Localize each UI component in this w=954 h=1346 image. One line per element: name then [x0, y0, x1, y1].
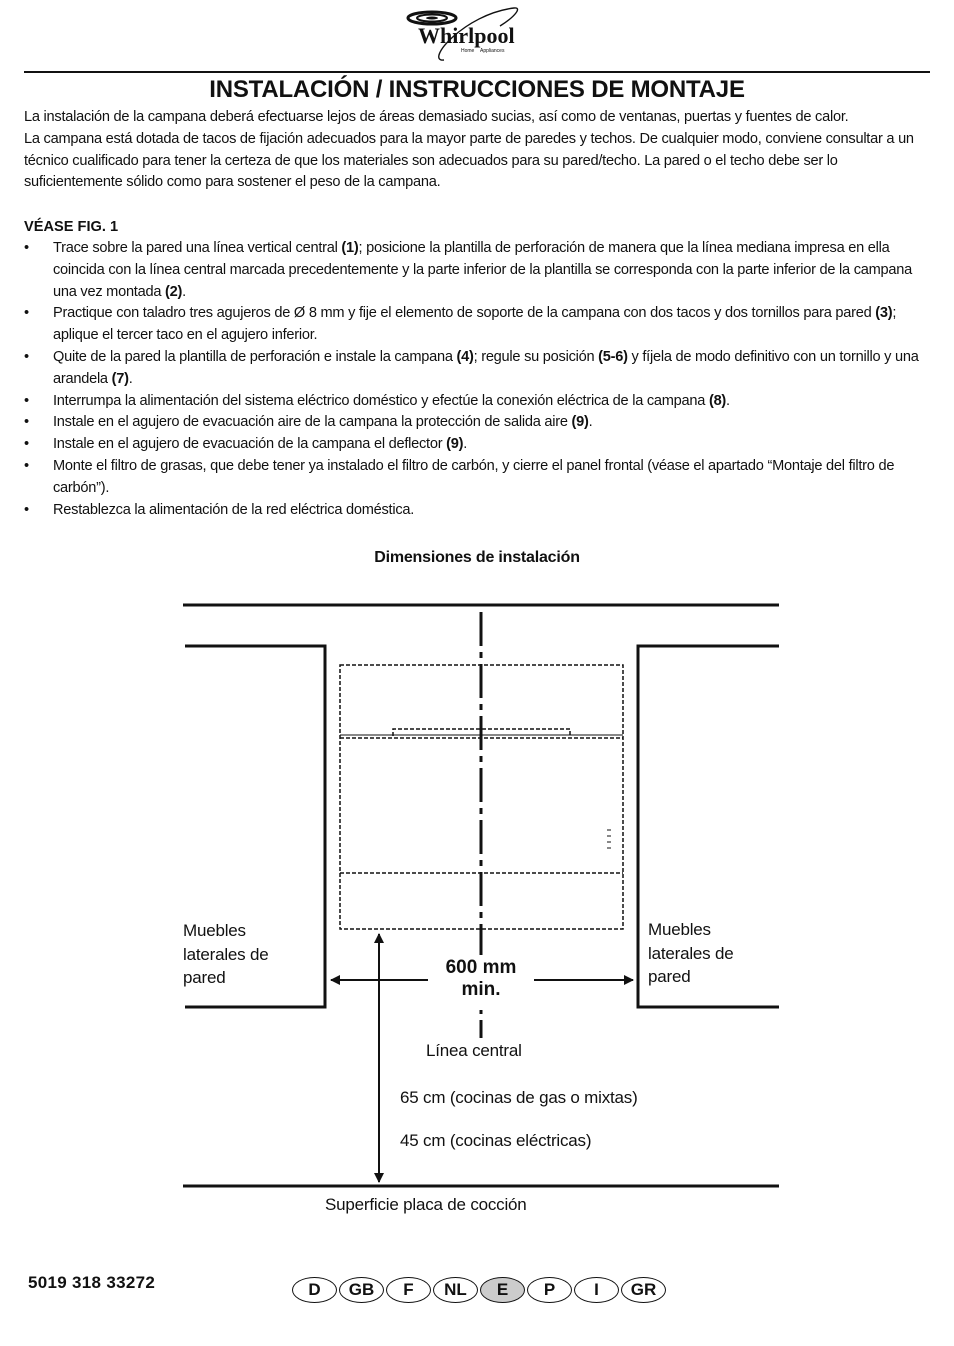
- step-item: • Quite de la pared la plantilla de perfo…: [24, 347, 934, 391]
- label-line: laterales de: [648, 943, 734, 963]
- brand-tagline-right: Appliances: [480, 48, 505, 54]
- figure-reference: (1): [341, 240, 359, 256]
- intro-paragraph: La instalación de la campana deberá efec…: [24, 109, 849, 125]
- whirlpool-logo: Whirlpool Home Appliances: [404, 4, 528, 64]
- bullet-icon: •: [24, 348, 29, 365]
- figure-reference: (8): [708, 392, 727, 409]
- step-text: Restablezca la alimentación de la red el…: [53, 501, 415, 518]
- step-item: • Restablezca la alimentación de la red e…: [24, 500, 934, 522]
- language-badge-i: I: [574, 1277, 619, 1303]
- left-cabinet-label: Muebles laterales de pared: [183, 919, 269, 990]
- step-item: • Monte el filtro de grasas, que debe ten…: [24, 456, 934, 500]
- label-line: pared: [648, 967, 691, 986]
- whirlpool-swirl-icon: Whirlpool Home Appliances: [406, 7, 519, 61]
- intro-text: La instalación de la campana deberá efec…: [24, 107, 934, 194]
- language-badge-e: E: [480, 1277, 525, 1303]
- figure-reference: (4): [456, 348, 474, 365]
- step-text: Instale en el agujero de evacuación de l…: [53, 436, 447, 453]
- step-text: Quite de la pared la plantilla de perfor…: [53, 348, 457, 365]
- height-gas-label: 65 cm (cocinas de gas o mixtas): [400, 1088, 638, 1107]
- step-text: Instale en el agujero de evacuación aire…: [53, 414, 572, 431]
- step-item: • Trace sobre la pared una línea vertical…: [24, 238, 934, 303]
- step-text: .: [588, 414, 593, 431]
- figure-reference: (7): [111, 370, 129, 387]
- step-item: • Practique con taladro tres agujeros de …: [24, 303, 934, 347]
- language-badge-f: F: [386, 1277, 431, 1303]
- step-text: Interrumpa la alimentación del sistema e…: [53, 392, 709, 409]
- dimension-qualifier: min.: [461, 979, 501, 1000]
- hob-surface-label: Superficie placa de cocción: [325, 1195, 527, 1214]
- dimension-value: 600 mm: [445, 957, 517, 978]
- label-line: Muebles: [648, 920, 711, 939]
- figure-reference: (9): [571, 414, 589, 431]
- language-badge-d: D: [292, 1277, 337, 1303]
- label-line: pared: [183, 968, 226, 987]
- bullet-icon: •: [24, 240, 29, 256]
- figure-reference: (5-6): [598, 348, 628, 365]
- height-electric-label: 45 cm (cocinas eléctricas): [400, 1131, 592, 1150]
- hood-outline: [339, 664, 624, 930]
- figure-reference: (2): [165, 283, 183, 300]
- step-text: Monte el filtro de grasas, que debe tene…: [53, 457, 895, 496]
- language-badge-nl: NL: [433, 1277, 478, 1303]
- step-text: .: [726, 392, 730, 409]
- page-title: INSTALACIÓN / INSTRUCCIONES DE MONTAJE: [209, 76, 745, 103]
- step-text: Trace sobre la pared una línea vertical …: [53, 240, 342, 256]
- bullet-icon: •: [24, 436, 29, 453]
- step-text: .: [128, 370, 133, 387]
- language-badge-gb: GB: [339, 1277, 384, 1303]
- step-text: ; regule su posición: [473, 348, 599, 365]
- step-text: Practique con taladro tres agujeros de Ø…: [53, 305, 876, 322]
- language-selector: D GB F NL E P I GR: [292, 1277, 666, 1303]
- brand-tagline-left: Home: [461, 48, 475, 54]
- language-badge-gr: GR: [621, 1277, 666, 1303]
- installation-steps-list: • Trace sobre la pared una línea vertical…: [24, 238, 934, 521]
- step-item: • Instale en el agujero de evacuación de …: [24, 434, 934, 456]
- width-dimension-label: 600 mm min.: [428, 957, 534, 1001]
- bullet-icon: •: [24, 457, 29, 474]
- center-line-label: Línea central: [426, 1041, 522, 1060]
- label-line: Muebles: [183, 921, 246, 940]
- bullet-icon: •: [24, 501, 29, 518]
- see-figure-heading: VÉASE FIG. 1: [24, 219, 119, 235]
- brand-name: Whirlpool: [418, 23, 515, 48]
- bullet-icon: •: [24, 392, 29, 409]
- right-cabinet-label: Muebles laterales de pared: [648, 918, 734, 989]
- label-line: laterales de: [183, 944, 269, 964]
- document-code: 5019 318 33272: [28, 1273, 156, 1292]
- intro-paragraph: La campana está dotada de tacos de fijac…: [24, 130, 914, 191]
- figure-reference: (9): [446, 436, 464, 453]
- diagram-title: Dimensiones de instalación: [374, 549, 580, 566]
- header-rule: [24, 71, 930, 73]
- step-text: .: [463, 436, 468, 453]
- bullet-icon: •: [24, 414, 29, 431]
- figure-reference: (3): [875, 305, 893, 322]
- step-item: • Instale en el agujero de evacuación air…: [24, 412, 934, 434]
- bullet-icon: •: [24, 305, 29, 322]
- language-badge-p: P: [527, 1277, 572, 1303]
- step-text: .: [182, 283, 186, 300]
- step-item: • Interrumpa la alimentación del sistema …: [24, 391, 934, 413]
